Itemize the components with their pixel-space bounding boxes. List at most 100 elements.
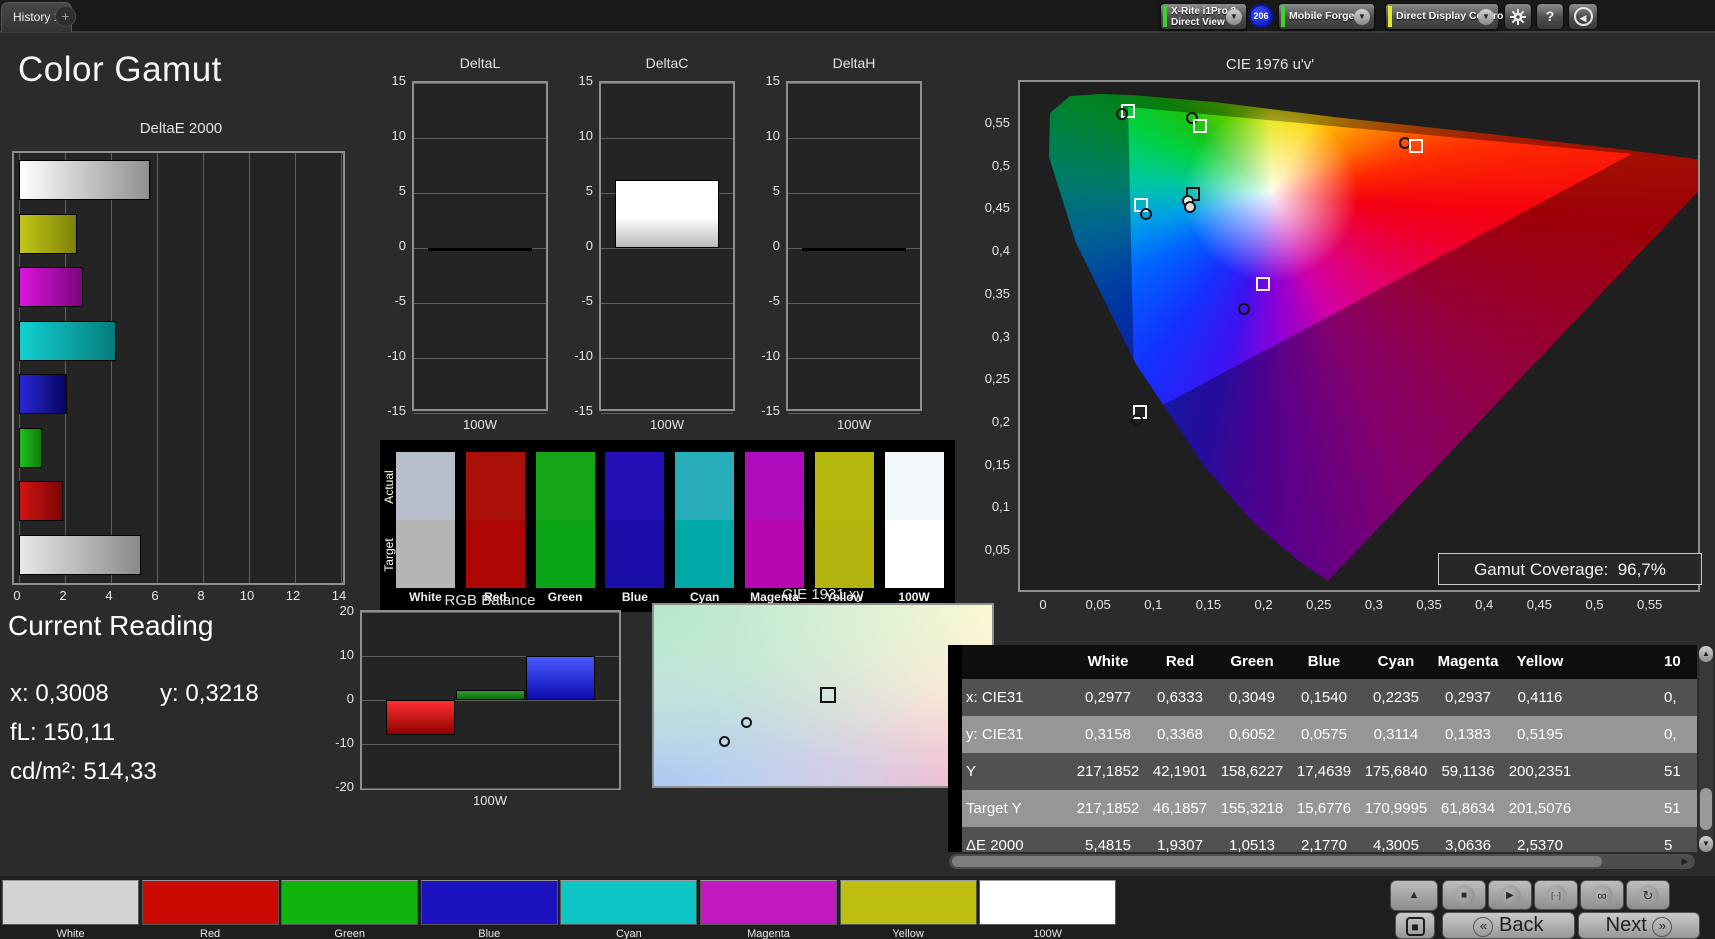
gridline xyxy=(601,248,733,249)
stop-button[interactable]: ■ xyxy=(1442,880,1486,910)
deltae-bar-green xyxy=(19,427,42,468)
patch-button-red[interactable] xyxy=(141,880,279,925)
rgb-y-tick: 0 xyxy=(346,691,354,706)
patch-button-blue[interactable] xyxy=(420,880,558,925)
collapse-arrow-icon: ◀ xyxy=(1573,7,1593,26)
delta-y-tick: 15 xyxy=(765,73,780,88)
delta-x-label: 100W xyxy=(837,417,871,432)
table-row[interactable]: y: CIE31 0,3158 0,3368 0,6052 0,0575 0,3114 0,… xyxy=(948,716,1697,753)
patch-label: Blue xyxy=(478,928,501,939)
table-cell: 0,2235 xyxy=(1373,689,1419,706)
eject-button[interactable]: ▲ xyxy=(1390,880,1438,911)
record-stop-button[interactable]: ■ xyxy=(1395,912,1435,939)
deltae-x-tick: 12 xyxy=(285,588,301,603)
cie1976-y-tick: 0,1 xyxy=(991,499,1010,515)
next-button[interactable]: Next » xyxy=(1578,912,1700,939)
table-cell: 46,1857 xyxy=(1152,800,1208,817)
gridline xyxy=(203,153,204,583)
cie1976-y-tick: 0,55 xyxy=(984,115,1010,130)
patch-button-cyan[interactable] xyxy=(560,880,698,925)
table-row-label: ΔE 2000 xyxy=(966,837,1024,852)
marker-yellow-target xyxy=(1193,118,1208,133)
table-cell: 201,5076 xyxy=(1508,800,1572,817)
scroll-up-icon[interactable]: ▲ xyxy=(1699,646,1713,662)
patch-label: White xyxy=(56,928,85,939)
marker-measured-1 xyxy=(740,716,752,728)
swatch-label: Cyan xyxy=(690,590,720,604)
collapse-panel-button[interactable]: ◀ xyxy=(1568,3,1598,30)
current-reading-fl: fL: 150,11 xyxy=(10,719,115,746)
rgb-balance-chart xyxy=(360,610,621,790)
measure-range-button[interactable]: [··] xyxy=(1534,880,1578,910)
delta-y-tick: -10 xyxy=(387,348,406,363)
swatch-actual-magenta xyxy=(745,452,804,520)
play-button[interactable]: ▶ xyxy=(1488,880,1532,910)
table-row-label: y: CIE31 xyxy=(966,726,1024,743)
deltae-bar-blue xyxy=(19,374,67,414)
table-cell: 200,2351 xyxy=(1508,763,1572,780)
table-cell: 5 xyxy=(1664,837,1673,852)
swatch-actual-red xyxy=(465,452,525,520)
deltae-bar-yellow xyxy=(19,213,77,254)
cie1976-x-tick: 0,3 xyxy=(1364,597,1383,612)
table-horizontal-scrollbar[interactable]: ▶ xyxy=(948,853,1696,870)
workflow-status-stripe xyxy=(1388,6,1392,27)
gear-icon xyxy=(1510,9,1526,25)
delta-y-tick: 5 xyxy=(398,183,406,198)
next-arrow-icon: » xyxy=(1652,917,1673,937)
delta-y-tick: -10 xyxy=(761,348,780,363)
table-vertical-scrollbar[interactable]: ▲ ▼ xyxy=(1699,646,1713,852)
measurement-count-badge: 206 xyxy=(1249,4,1273,28)
delta-y-tick: 5 xyxy=(585,183,593,198)
swatch-actual-100w xyxy=(884,452,944,520)
deltae-chart-title: DeltaE 2000 xyxy=(139,120,223,137)
refresh-button[interactable]: ↻ xyxy=(1626,880,1670,910)
table-cell: 217,1852 xyxy=(1076,800,1140,817)
meter-dropdown[interactable]: X-Rite i1Pro 2 Direct View ▼ xyxy=(1160,3,1247,30)
horizontal-scroll-thumb[interactable] xyxy=(952,856,1602,867)
delta-y-tick: 15 xyxy=(391,73,406,88)
table-cell: 4,3005 xyxy=(1373,837,1419,852)
patch-label: Cyan xyxy=(616,928,642,939)
table-row[interactable]: Target Y 217,1852 46,1857 155,3218 15,6776 17… xyxy=(948,790,1697,827)
swatch-row-label-target: Target xyxy=(382,538,396,572)
top-bar: History 1 + X-Rite i1Pro 2 Direct View ▼ … xyxy=(0,0,1715,33)
patch-button-100w[interactable] xyxy=(979,880,1117,925)
gridline xyxy=(414,138,546,139)
measurements-table: White Red Green Blue Cyan Magenta Yellow 10 x: C… xyxy=(948,645,1697,852)
source-dropdown[interactable]: Mobile Forge ▼ xyxy=(1278,3,1375,30)
patch-button-white[interactable] xyxy=(2,880,139,925)
add-tab-button[interactable]: + xyxy=(55,6,76,27)
patch-button-yellow[interactable] xyxy=(839,880,977,925)
continuous-measure-button[interactable]: ∞ xyxy=(1580,880,1624,910)
settings-button[interactable] xyxy=(1504,3,1532,30)
table-cell: 158,6227 xyxy=(1220,763,1284,780)
back-button[interactable]: « Back xyxy=(1442,912,1575,939)
table-column-header: White xyxy=(1087,653,1129,670)
patch-button-magenta[interactable] xyxy=(700,880,837,925)
table-row[interactable]: x: CIE31 0,2977 0,6333 0,3049 0,1540 0,2235 0,… xyxy=(948,679,1697,716)
workflow-dropdown[interactable]: Direct Display Control ▼ xyxy=(1385,3,1506,30)
gridline xyxy=(157,153,158,583)
delta-x-label: 100W xyxy=(650,417,684,432)
table-column-header: Green xyxy=(1230,653,1274,670)
table-cell: 0,2937 xyxy=(1445,689,1491,706)
delta-y-tick: 5 xyxy=(772,183,780,198)
chevron-down-icon: ▼ xyxy=(1226,8,1242,25)
scroll-down-icon[interactable]: ▼ xyxy=(1699,836,1713,852)
scroll-right-icon[interactable]: ▶ xyxy=(1677,855,1693,868)
cie1976-x-tick: 0,1 xyxy=(1144,597,1163,612)
help-button[interactable]: ? xyxy=(1536,3,1564,30)
patch-button-green[interactable] xyxy=(281,880,419,925)
rgb-bar-red xyxy=(386,700,455,736)
cie1976-y-tick: 0,35 xyxy=(984,285,1010,301)
table-row[interactable]: Y 217,1852 42,1901 158,6227 17,4639 175,6840 5… xyxy=(948,753,1697,790)
chevron-down-icon: ▼ xyxy=(1478,8,1494,25)
cie1976-y-tick: 0,5 xyxy=(991,157,1010,173)
vertical-scroll-thumb[interactable] xyxy=(1700,788,1712,830)
refresh-icon: ↻ xyxy=(1637,885,1659,906)
delta-chart-title: DeltaH xyxy=(832,55,876,71)
gridline xyxy=(601,303,733,304)
table-row[interactable]: ΔE 2000 5,4815 1,9307 1,0513 2,1770 4,3005 3,0… xyxy=(948,827,1697,852)
gridline xyxy=(414,193,546,194)
